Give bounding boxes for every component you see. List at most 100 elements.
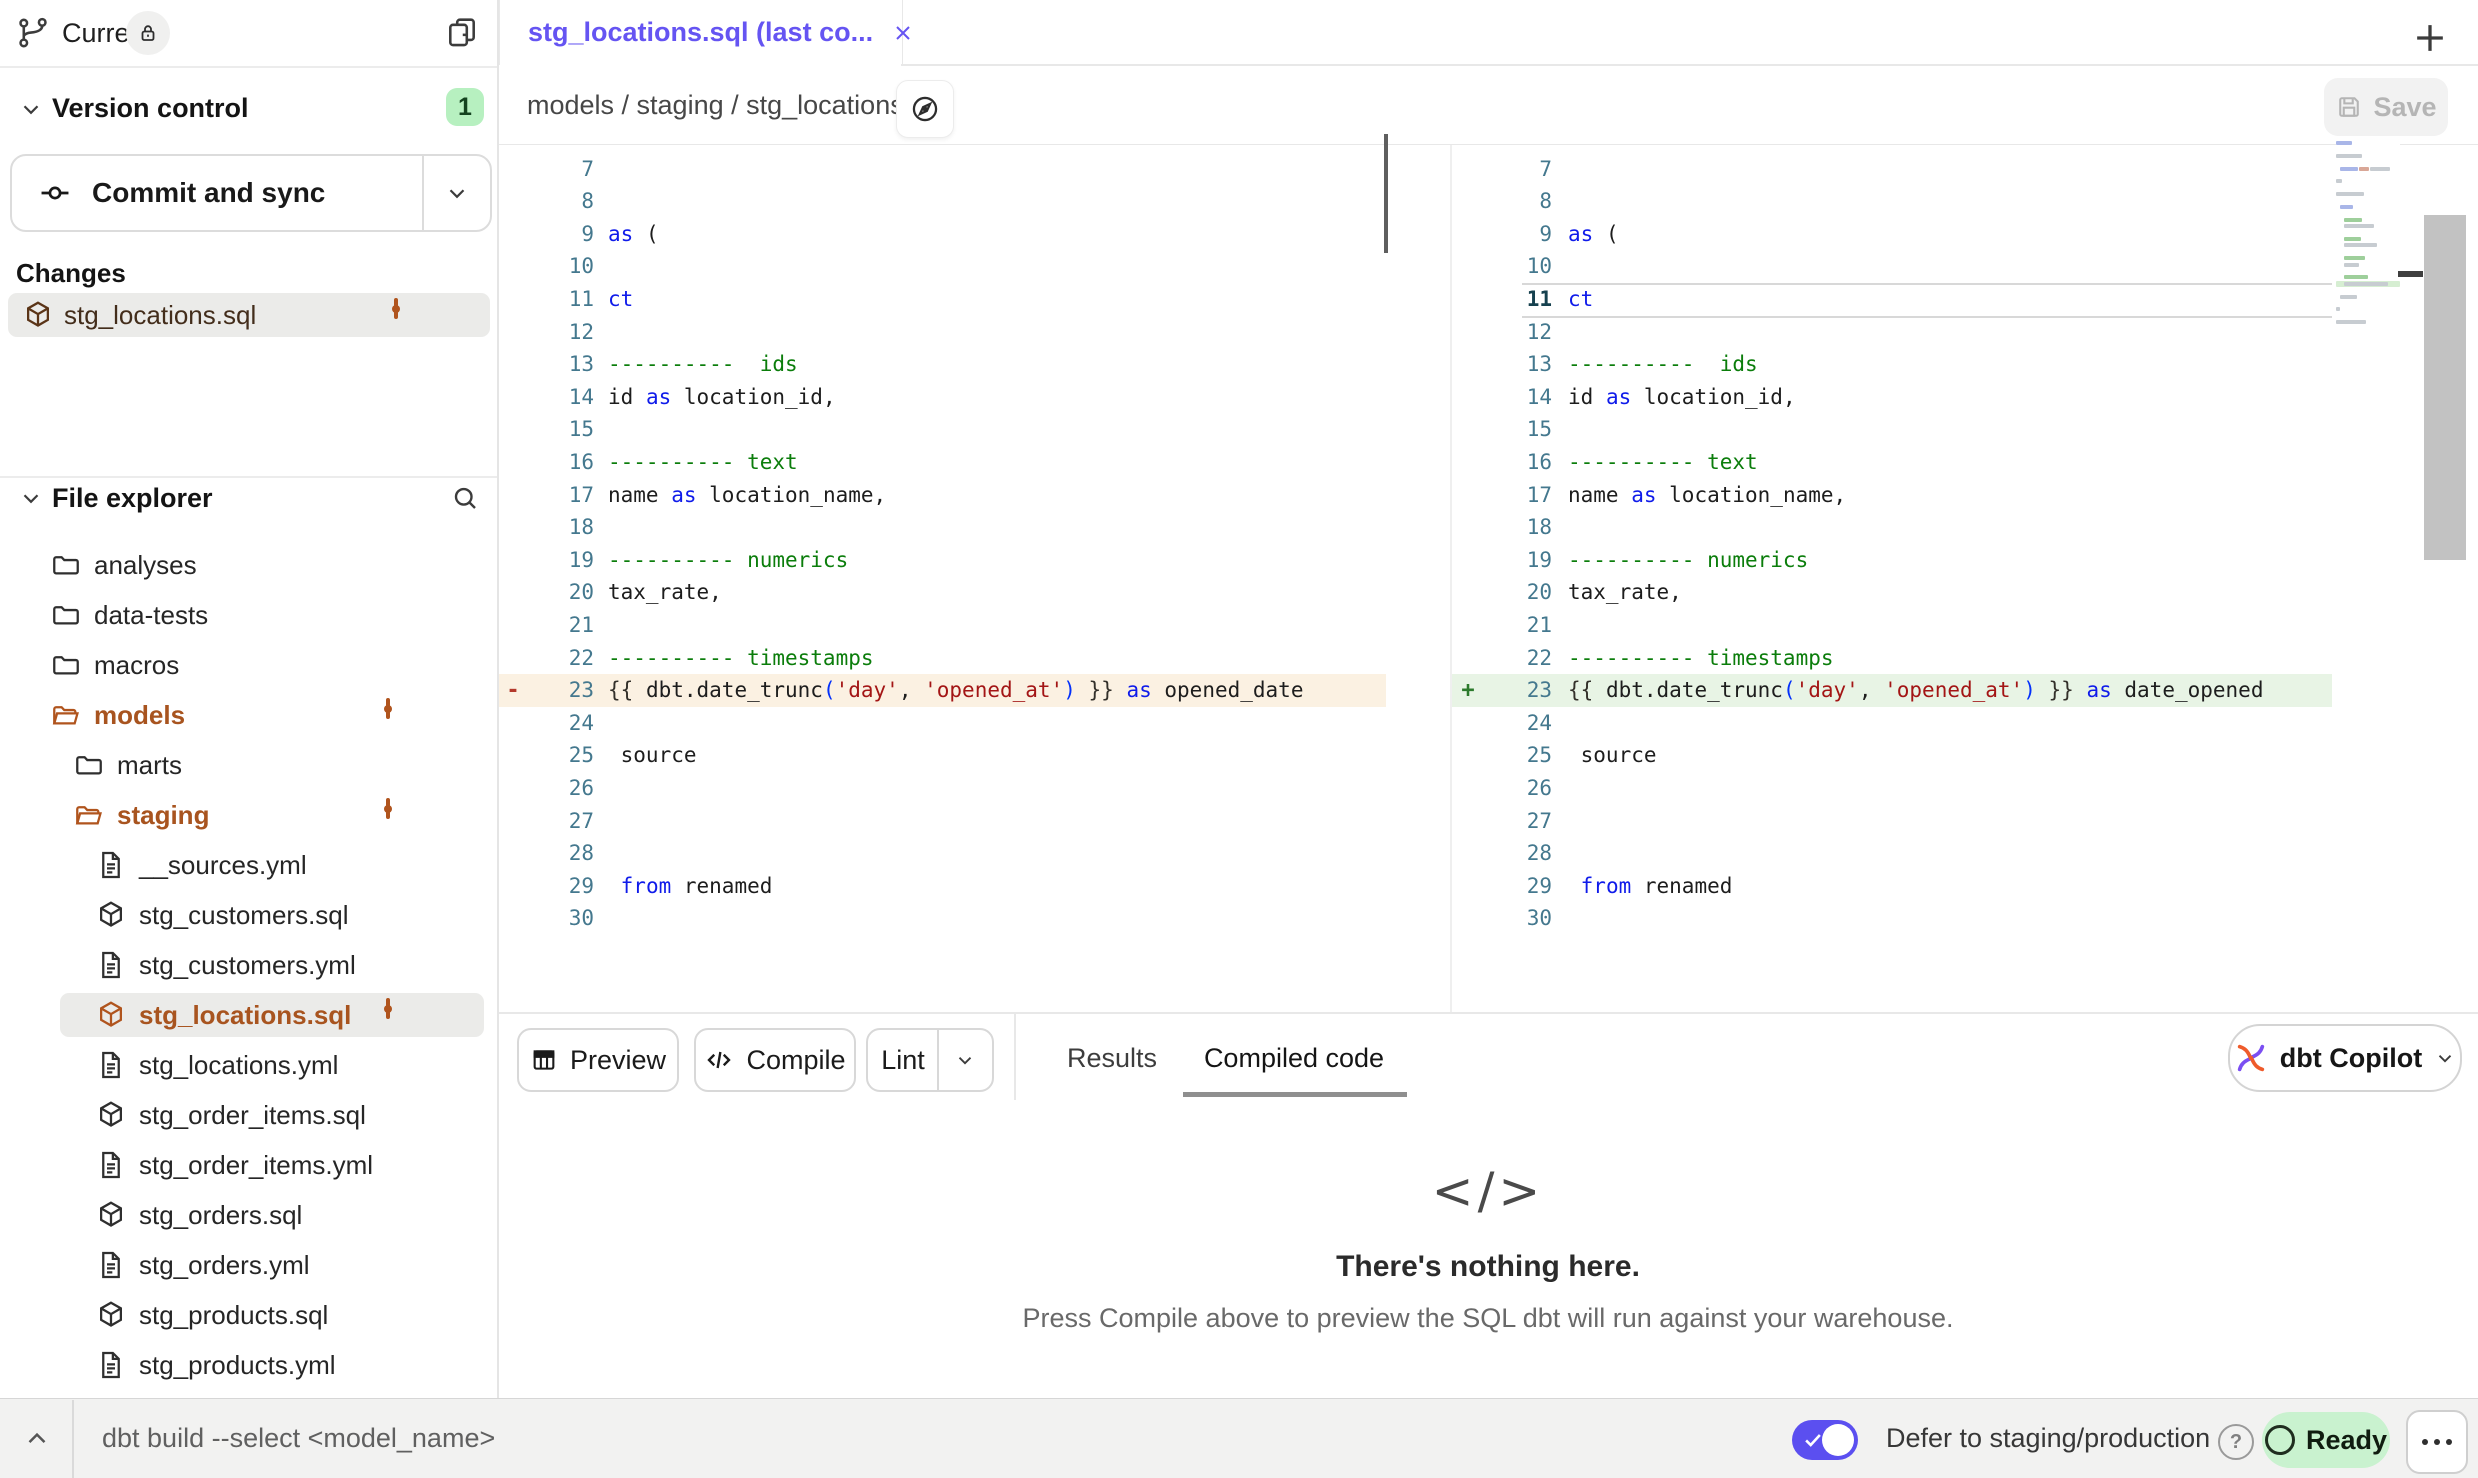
code-line[interactable]: ---------- text bbox=[608, 446, 798, 479]
line-number: 29 bbox=[1452, 870, 1552, 903]
tree-item-label: stg_customers.sql bbox=[139, 890, 349, 940]
minimap[interactable] bbox=[2336, 140, 2400, 336]
model-icon bbox=[95, 1099, 127, 1131]
code-line[interactable]: ---------- numerics bbox=[608, 544, 848, 577]
code-line[interactable]: {{ dbt.date_trunc('day', 'opened_at') }}… bbox=[608, 674, 1303, 707]
line-number: 30 bbox=[1452, 902, 1552, 935]
code-line[interactable]: ct bbox=[1568, 283, 1593, 316]
line-number: 7 bbox=[1452, 153, 1552, 186]
tab-results[interactable]: Results bbox=[1060, 1028, 1164, 1088]
status-badge[interactable]: Ready bbox=[2262, 1412, 2390, 1468]
status-circle-icon bbox=[2265, 1425, 2295, 1455]
help-icon[interactable]: ? bbox=[2218, 1424, 2254, 1460]
tree-item-label: stg_order_items.yml bbox=[139, 1140, 373, 1190]
code-line[interactable]: as ( bbox=[1568, 218, 1619, 251]
explore-lineage-button[interactable] bbox=[896, 80, 954, 138]
tree-item-label: analyses bbox=[94, 540, 197, 590]
code-line[interactable]: id as location_id, bbox=[608, 381, 836, 414]
defer-label: Defer to staging/production bbox=[1886, 1398, 2210, 1478]
code-line[interactable]: from renamed bbox=[1568, 870, 1732, 903]
code-line[interactable]: ---------- ids bbox=[1568, 348, 1758, 381]
line-number: 17 bbox=[499, 479, 594, 512]
code-line[interactable]: source bbox=[1568, 739, 1657, 772]
tree-item-label: stg_orders.sql bbox=[139, 1190, 302, 1240]
sidebar: Current Version control 1 bbox=[0, 0, 498, 1398]
diff-sash-handle[interactable] bbox=[1384, 134, 1388, 253]
tree-item-stg-orders-sql[interactable]: stg_orders.sql bbox=[0, 1190, 498, 1240]
code-line[interactable]: ct bbox=[608, 283, 633, 316]
code-line[interactable]: name as location_name, bbox=[608, 479, 886, 512]
code-line[interactable]: tax_rate, bbox=[1568, 576, 1682, 609]
folder-open-icon bbox=[73, 799, 105, 831]
save-floppy-icon bbox=[2335, 93, 2363, 121]
code-line[interactable]: ---------- ids bbox=[608, 348, 798, 381]
tree-item-label: marts bbox=[117, 740, 182, 790]
line-number: 9 bbox=[1452, 218, 1552, 251]
check-icon bbox=[1802, 1429, 1824, 1451]
tree-item-stg-products-yml[interactable]: stg_products.yml bbox=[0, 1340, 498, 1390]
tree-item-analyses[interactable]: analyses bbox=[0, 540, 498, 590]
tree-item---sources-yml[interactable]: __sources.yml bbox=[0, 840, 498, 890]
code-line[interactable]: as ( bbox=[608, 218, 659, 251]
tree-item-data-tests[interactable]: data-tests bbox=[0, 590, 498, 640]
tree-item-stg-locations-yml[interactable]: stg_locations.yml bbox=[0, 1040, 498, 1090]
code-line[interactable]: ---------- timestamps bbox=[608, 642, 874, 675]
diff-editor-original[interactable]: 6789as (1011ct1213---------- ids14id as … bbox=[499, 145, 1386, 1012]
tree-item-stg-customers-sql[interactable]: stg_customers.sql bbox=[0, 890, 498, 940]
code-line[interactable]: ---------- text bbox=[1568, 446, 1758, 479]
line-number: 22 bbox=[1452, 642, 1552, 675]
line-number: 17 bbox=[1452, 479, 1552, 512]
tab-stg-locations[interactable]: stg_locations.sql (last co... bbox=[499, 0, 903, 65]
close-icon[interactable] bbox=[891, 21, 915, 45]
line-number: 29 bbox=[499, 870, 594, 903]
file-icon bbox=[95, 949, 127, 981]
tab-compiled-code[interactable]: Compiled code bbox=[1180, 1028, 1408, 1088]
line-number: 26 bbox=[499, 772, 594, 805]
tree-item-stg-order-items-yml[interactable]: stg_order_items.yml bbox=[0, 1140, 498, 1190]
tree-item-stg-products-sql[interactable]: stg_products.sql bbox=[0, 1290, 498, 1340]
lint-button[interactable]: Lint bbox=[866, 1028, 994, 1092]
tree-item-staging[interactable]: staging bbox=[0, 790, 498, 840]
defer-toggle[interactable] bbox=[1792, 1420, 1858, 1460]
line-number: 12 bbox=[1452, 316, 1552, 349]
tree-item-models[interactable]: models bbox=[0, 690, 498, 740]
line-number: 9 bbox=[499, 218, 594, 251]
line-number: 11 bbox=[1452, 283, 1552, 316]
code-line[interactable]: ---------- numerics bbox=[1568, 544, 1808, 577]
line-number: 18 bbox=[499, 511, 594, 544]
diff-editor-modified[interactable]: 6789as (1011ct1213---------- ids14id as … bbox=[1452, 145, 2332, 1012]
line-number: 16 bbox=[499, 446, 594, 479]
model-icon bbox=[95, 1299, 127, 1331]
line-number: 10 bbox=[499, 250, 594, 283]
code-line[interactable]: name as location_name, bbox=[1568, 479, 1846, 512]
vertical-scrollbar[interactable] bbox=[2424, 215, 2466, 560]
code-line[interactable]: source bbox=[608, 739, 697, 772]
preview-button[interactable]: Preview bbox=[517, 1028, 679, 1092]
chevron-up-icon[interactable] bbox=[22, 1424, 52, 1454]
dbt-copilot-button[interactable]: dbt Copilot bbox=[2228, 1024, 2462, 1092]
tree-item-stg-orders-yml[interactable]: stg_orders.yml bbox=[0, 1240, 498, 1290]
code-line[interactable]: ---------- timestamps bbox=[1568, 642, 1834, 675]
model-icon bbox=[95, 899, 127, 931]
save-button[interactable]: Save bbox=[2324, 78, 2448, 136]
line-number: 16 bbox=[1452, 446, 1552, 479]
tree-item-stg-order-items-sql[interactable]: stg_order_items.sql bbox=[0, 1090, 498, 1140]
line-number: 10 bbox=[1452, 250, 1552, 283]
code-line[interactable]: {{ dbt.date_trunc('day', 'opened_at') }}… bbox=[1568, 674, 2263, 707]
lint-options-chevron-icon[interactable] bbox=[939, 1049, 991, 1071]
tree-item-macros[interactable]: macros bbox=[0, 640, 498, 690]
tree-item-stg-locations-sql[interactable]: stg_locations.sql bbox=[0, 990, 498, 1040]
tree-item-stg-customers-yml[interactable]: stg_customers.yml bbox=[0, 940, 498, 990]
breadcrumb[interactable]: models / staging / stg_locations.sql bbox=[527, 66, 946, 144]
new-tab-plus-icon[interactable] bbox=[2408, 16, 2452, 60]
command-input[interactable]: dbt build --select <model_name> bbox=[102, 1398, 495, 1478]
code-line[interactable]: tax_rate, bbox=[608, 576, 722, 609]
folder-icon bbox=[50, 549, 82, 581]
tree-item-marts[interactable]: marts bbox=[0, 740, 498, 790]
compile-label: Compile bbox=[746, 1045, 845, 1076]
file-icon bbox=[95, 849, 127, 881]
code-line[interactable]: from renamed bbox=[608, 870, 772, 903]
more-options-button[interactable] bbox=[2406, 1410, 2468, 1474]
code-line[interactable]: id as location_id, bbox=[1568, 381, 1796, 414]
compile-button[interactable]: Compile bbox=[694, 1028, 856, 1092]
